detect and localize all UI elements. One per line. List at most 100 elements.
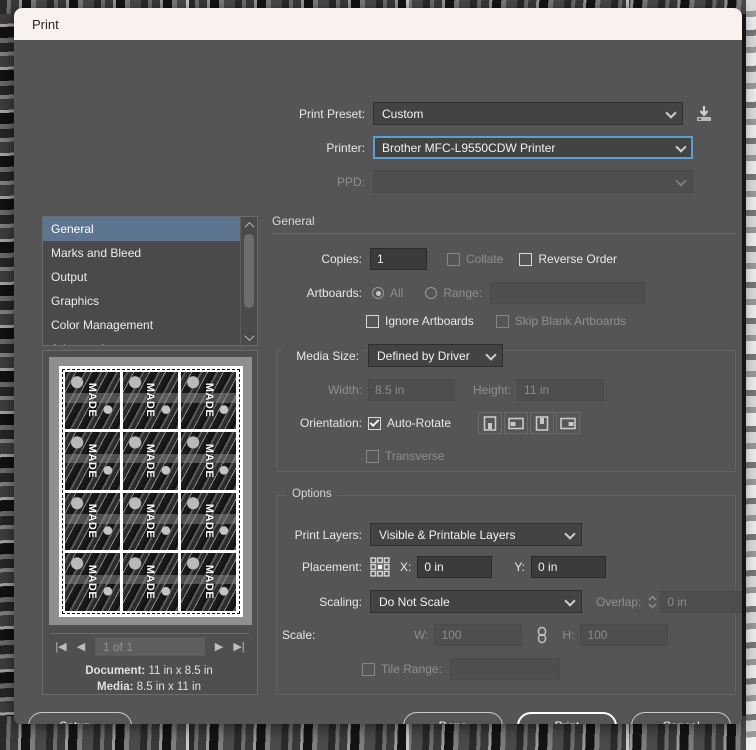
copies-input[interactable] — [370, 248, 427, 270]
save-preset-icon[interactable] — [694, 104, 714, 124]
link-chain-icon[interactable] — [531, 624, 553, 646]
orientation-landscape-right-icon[interactable] — [556, 412, 581, 434]
scroll-up-icon[interactable] — [241, 218, 257, 232]
print-button[interactable]: Print — [517, 712, 617, 724]
category-list-scrollbar[interactable] — [240, 217, 257, 345]
last-page-button[interactable]: ▶| — [229, 638, 249, 656]
nav-item-marks-and-bleed[interactable]: Marks and Bleed — [43, 241, 240, 265]
tile-range-checkbox: Tile Range: — [362, 662, 442, 676]
chevron-down-icon — [675, 140, 687, 153]
dialog-title: Print — [32, 16, 59, 32]
preview-tile-label: MADE — [144, 443, 157, 478]
reverse-order-checkbox-box[interactable] — [519, 252, 533, 266]
scale-height-label: H: — [562, 628, 575, 642]
ppd-select — [373, 170, 693, 193]
preview-page-navigation: |◀ ◀ 1 of 1 ▶ ▶| — [51, 633, 249, 656]
auto-rotate-label: Auto-Rotate — [387, 416, 452, 430]
preview-tile-label: MADE — [86, 443, 99, 478]
preview-tile: MADE — [122, 553, 179, 611]
tile-range-checkbox-box — [362, 662, 375, 676]
scale-row: Scale: W: H: — [282, 624, 669, 646]
print-preset-select[interactable]: Custom — [373, 102, 683, 125]
setup-button[interactable]: Setup... — [28, 712, 132, 724]
scale-width-label: W: — [414, 628, 429, 642]
first-page-button[interactable]: |◀ — [51, 638, 71, 656]
previous-page-button[interactable]: ◀ — [71, 638, 91, 656]
nav-item-graphics[interactable]: Graphics — [43, 289, 240, 313]
transverse-checkbox: Transverse — [366, 449, 445, 463]
preview-tile-label: MADE — [86, 383, 99, 418]
transverse-label: Transverse — [385, 449, 445, 463]
artboards-label: Artboards: — [306, 286, 362, 300]
print-layers-value: Visible & Printable Layers — [379, 527, 516, 542]
copies-row: Copies: Collate Reverse Order — [272, 248, 617, 270]
media-size-row: Media Size: Defined by Driver — [282, 344, 503, 367]
preview-canvas[interactable]: MADE MADE MADE MADE MADE MADE MADE MADE … — [49, 357, 252, 625]
transverse-checkbox-box — [366, 449, 379, 463]
next-page-button[interactable]: ▶ — [209, 638, 229, 656]
preview-tile: MADE — [122, 371, 179, 429]
chevron-down-icon — [564, 527, 576, 540]
print-preset-value: Custom — [382, 106, 424, 121]
preview-tile-label: MADE — [202, 443, 215, 478]
settings-category-items: General Marks and Bleed Output Graphics … — [43, 217, 240, 345]
auto-rotate-checkbox-box[interactable] — [368, 416, 381, 430]
copies-label: Copies: — [321, 252, 362, 266]
orientation-portrait-icon[interactable] — [478, 412, 503, 434]
orientation-label: Orientation: — [299, 416, 362, 430]
ignore-artboards-checkbox-box[interactable] — [366, 314, 379, 328]
preview-tile-label: MADE — [86, 564, 99, 599]
done-button[interactable]: Done — [403, 712, 503, 724]
artboards-all-radio-circle[interactable] — [372, 287, 384, 299]
preview-tile-label: MADE — [202, 504, 215, 539]
placement-label: Placement: — [301, 560, 362, 574]
artboards-range-radio[interactable]: Range: — [425, 286, 482, 300]
print-layers-select[interactable]: Visible & Printable Layers — [370, 523, 582, 546]
reverse-order-checkbox[interactable]: Reverse Order — [519, 252, 617, 266]
ignore-artboards-checkbox[interactable]: Ignore Artboards — [366, 314, 474, 328]
y-input[interactable] — [531, 556, 607, 578]
scrollbar-thumb[interactable] — [244, 234, 254, 308]
print-preset-row: Print Preset: Custom — [289, 102, 714, 125]
scaling-row: Scaling: Do Not Scale Overlap: — [282, 590, 742, 613]
preview-tile-label: MADE — [144, 383, 157, 418]
overlap-stepper-icon — [647, 593, 658, 611]
artboards-range-input[interactable] — [490, 282, 646, 304]
nav-item-general[interactable]: General — [43, 217, 240, 241]
cancel-button[interactable]: Cancel — [631, 712, 731, 724]
width-input — [368, 379, 455, 401]
preview-tile: MADE — [181, 492, 237, 550]
preview-tile-label: MADE — [202, 564, 215, 599]
preview-tile: MADE — [181, 553, 237, 611]
orientation-landscape-left-icon[interactable] — [504, 412, 529, 434]
preview-tile-label: MADE — [144, 504, 157, 539]
page-number-field[interactable]: 1 of 1 — [95, 637, 205, 656]
x-input[interactable] — [417, 556, 493, 578]
scaling-select[interactable]: Do Not Scale — [370, 590, 582, 613]
collate-checkbox-box — [447, 252, 460, 266]
reverse-order-label: Reverse Order — [538, 252, 618, 266]
media-size-group — [276, 350, 736, 472]
chevron-down-icon — [485, 348, 497, 361]
placement-anchor-grid-icon[interactable] — [369, 556, 391, 578]
printer-select[interactable]: Brother MFC-L9550CDW Printer — [373, 136, 693, 159]
orientation-portrait-flipped-icon[interactable] — [530, 412, 555, 434]
orientation-row: Orientation: Auto-Rotate — [282, 412, 582, 434]
print-layers-label: Print Layers: — [294, 527, 362, 542]
transverse-row: Transverse — [366, 449, 445, 463]
media-size-select[interactable]: Defined by Driver — [368, 344, 503, 367]
scale-width-input — [434, 624, 523, 646]
auto-rotate-checkbox[interactable]: Auto-Rotate — [368, 416, 451, 430]
ppd-row: PPD: — [289, 170, 693, 193]
artboards-range-radio-circle[interactable] — [425, 287, 438, 299]
nav-item-output[interactable]: Output — [43, 265, 240, 289]
settings-category-list[interactable]: General Marks and Bleed Output Graphics … — [42, 216, 258, 346]
preview-tile-label: MADE — [144, 564, 157, 599]
scroll-down-icon[interactable] — [241, 330, 257, 344]
artboards-row: Artboards: All Range: — [272, 282, 646, 304]
nav-item-advanced[interactable]: Advanced — [43, 337, 240, 345]
nav-item-color-management[interactable]: Color Management — [43, 313, 240, 337]
skip-blank-artboards-checkbox: Skip Blank Artboards — [495, 314, 626, 328]
document-size-value: 11 in x 8.5 in — [148, 665, 213, 677]
artboards-all-radio[interactable]: All — [372, 286, 403, 300]
